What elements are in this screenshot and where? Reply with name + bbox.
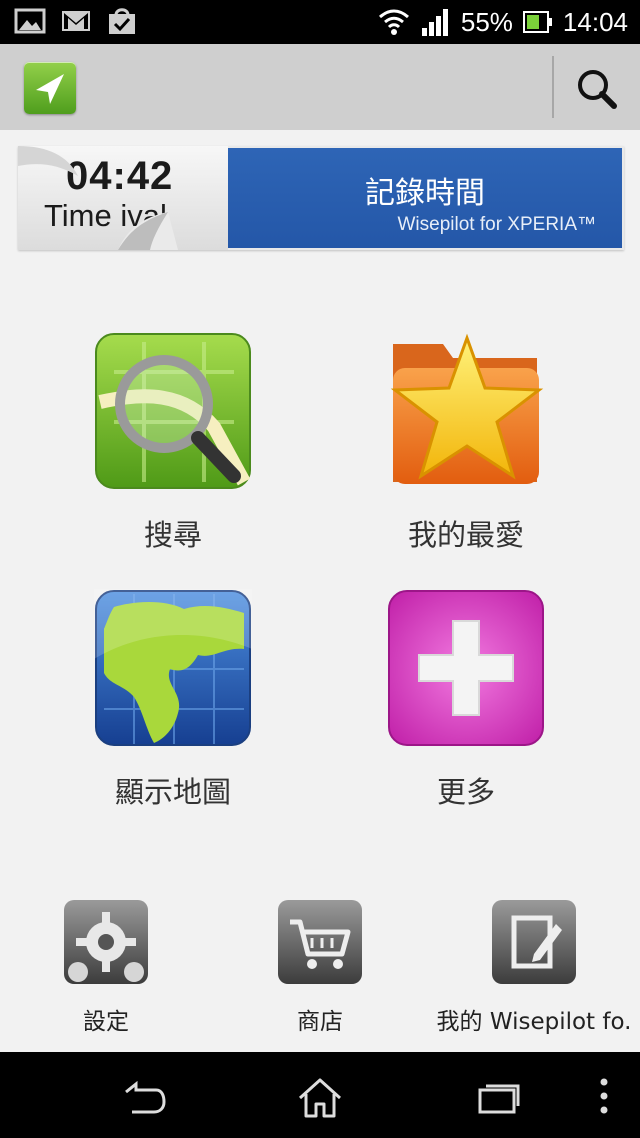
shop-cart-icon <box>278 900 362 984</box>
action-bar-divider <box>552 56 554 118</box>
action-bar <box>0 44 640 130</box>
back-icon[interactable] <box>112 1072 172 1122</box>
page-curl-graphic <box>18 146 178 250</box>
my-wisepilot-edit-icon <box>492 900 576 984</box>
settings-label: 設定 <box>83 1009 129 1035</box>
shopping-bag-icon <box>109 8 135 34</box>
tile-more-label: 更多 <box>436 775 495 809</box>
recent-apps-icon[interactable] <box>468 1072 528 1122</box>
search-map-icon <box>95 333 251 489</box>
tile-favorites-label: 我的最愛 <box>407 518 524 552</box>
globe-map-icon <box>94 589 252 746</box>
settings-gear-icon <box>64 900 148 984</box>
record-time-banner[interactable]: 04:42 Time ival 記錄時間 Wisepilot for XPERI… <box>18 146 624 250</box>
search-icon <box>578 70 617 109</box>
my-wisepilot-label: 我的 Wisepilot fo. <box>436 1009 632 1035</box>
banner-subtitle: Wisepilot for XPERIA™ <box>397 214 597 235</box>
signal-icon <box>421 9 448 36</box>
status-bar: 55% 14:04 <box>0 0 640 44</box>
image-icon <box>14 8 46 34</box>
navigation-bar <box>0 1052 640 1138</box>
tile-search-label: 搜尋 <box>143 518 202 552</box>
time-arrival-panel: 04:42 Time ival <box>18 146 228 250</box>
plus-icon <box>388 590 544 746</box>
battery-icon <box>522 11 552 33</box>
banner-ad: 記錄時間 Wisepilot for XPERIA™ <box>228 148 622 248</box>
status-time: 14:04 <box>562 7 628 37</box>
navigation-arrow-icon[interactable] <box>24 62 76 114</box>
gmail-icon <box>62 11 90 31</box>
battery-percent: 55% <box>460 7 513 37</box>
tile-show-map-label: 顯示地圖 <box>114 775 231 809</box>
favorites-star-icon <box>390 333 544 484</box>
banner-title: 記錄時間 <box>365 176 485 211</box>
menu-icon[interactable] <box>574 1072 634 1122</box>
wifi-icon <box>378 9 409 35</box>
shop-label: 商店 <box>297 1009 343 1035</box>
notification-icons <box>14 6 138 36</box>
home-icon[interactable] <box>290 1072 350 1122</box>
search-button[interactable] <box>560 52 630 122</box>
